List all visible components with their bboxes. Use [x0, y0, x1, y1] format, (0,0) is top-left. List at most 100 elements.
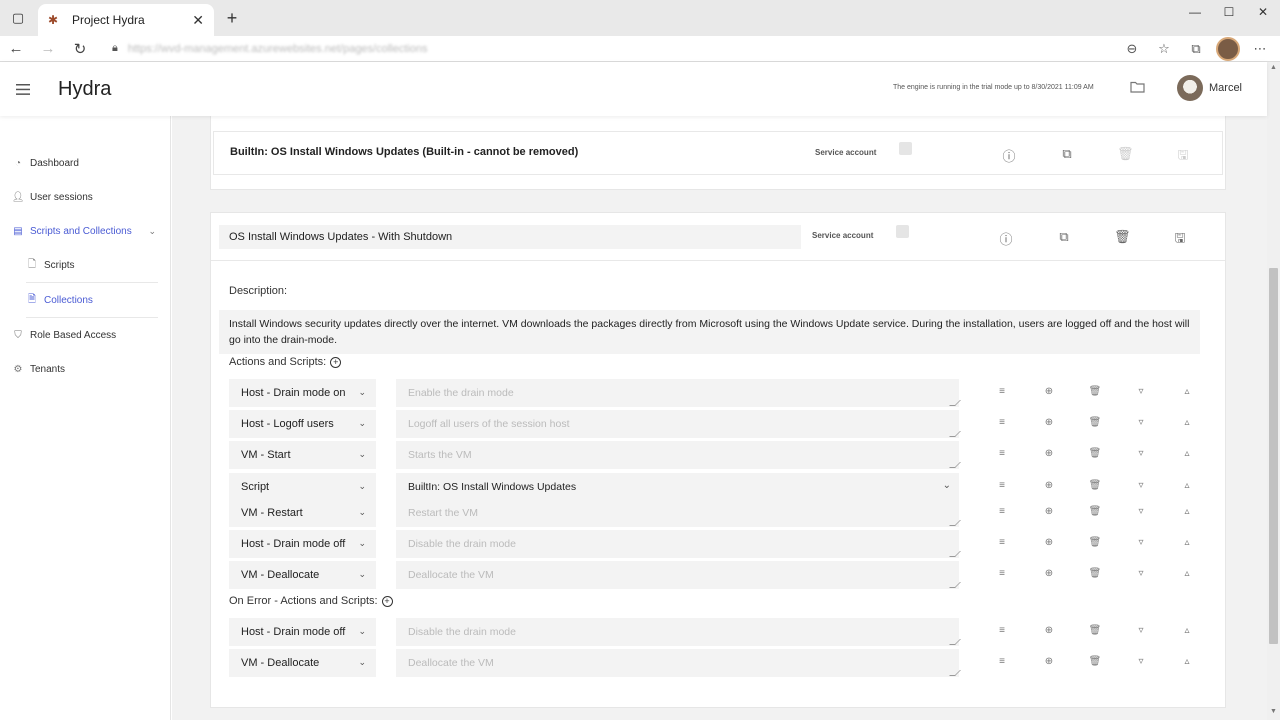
resize-handle-icon[interactable]: [949, 639, 961, 645]
collections-icon[interactable]: ⧉: [1184, 37, 1208, 61]
service-account-checkbox[interactable]: [899, 142, 912, 155]
move-up-icon[interactable]: ▵: [1180, 417, 1194, 428]
action-type-select[interactable]: VM - Restart ⌄: [229, 499, 376, 527]
info-icon[interactable]: ⓘ: [998, 229, 1014, 248]
minimize-icon[interactable]: —: [1178, 0, 1212, 24]
tab-actions-icon[interactable]: ▢: [0, 0, 36, 36]
collection-name-input[interactable]: OS Install Windows Updates - With Shutdo…: [219, 225, 801, 249]
action-parameter-input[interactable]: Starts the VM: [396, 441, 961, 469]
description-textarea[interactable]: Install Windows security updates directl…: [219, 310, 1200, 354]
more-menu-icon[interactable]: ⋯: [1248, 37, 1272, 61]
maximize-icon[interactable]: ☐: [1212, 0, 1246, 24]
close-tab-icon[interactable]: ✕: [192, 12, 204, 29]
reorder-icon[interactable]: ≡: [995, 448, 1009, 459]
reorder-icon[interactable]: ≡: [995, 656, 1009, 667]
service-account-checkbox[interactable]: [896, 225, 909, 238]
trash-icon[interactable]: 🗑︎: [1114, 229, 1131, 245]
add-on-error-action-icon[interactable]: +: [381, 595, 393, 607]
forward-button[interactable]: →: [32, 37, 64, 61]
action-type-select[interactable]: VM - Deallocate ⌄: [229, 649, 376, 677]
move-down-icon[interactable]: ▿: [1134, 417, 1148, 428]
move-down-icon[interactable]: ▿: [1134, 448, 1148, 459]
info-icon[interactable]: ⓘ: [1001, 146, 1017, 165]
move-up-icon[interactable]: ▵: [1180, 506, 1194, 517]
resize-handle-icon[interactable]: [949, 431, 961, 437]
folder-icon[interactable]: [1130, 80, 1145, 98]
action-type-select[interactable]: Host - Drain mode off ⌄: [229, 530, 376, 558]
move-down-icon[interactable]: ▿: [1134, 537, 1148, 548]
add-circle-icon[interactable]: ⊕: [1042, 537, 1056, 548]
add-circle-icon[interactable]: ⊕: [1042, 568, 1056, 579]
add-circle-icon[interactable]: ⊕: [1042, 448, 1056, 459]
copy-icon[interactable]: ⧉: [1056, 229, 1072, 245]
add-circle-icon[interactable]: ⊕: [1042, 656, 1056, 667]
sidebar-item-dashboard[interactable]: ◔ Dashboard: [0, 146, 170, 180]
add-circle-icon[interactable]: ⊕: [1042, 506, 1056, 517]
move-up-icon[interactable]: ▵: [1180, 448, 1194, 459]
add-circle-icon[interactable]: ⊕: [1042, 386, 1056, 397]
profile-avatar[interactable]: [1216, 36, 1240, 61]
action-type-select[interactable]: Host - Drain mode on ⌄: [229, 379, 376, 407]
refresh-button[interactable]: ↻: [64, 37, 96, 61]
reorder-icon[interactable]: ≡: [995, 417, 1009, 428]
action-parameter-input[interactable]: Deallocate the VM: [396, 561, 961, 589]
user-name[interactable]: Marcel: [1209, 82, 1242, 94]
trash-icon[interactable]: 🗑︎: [1088, 537, 1102, 548]
trash-icon[interactable]: 🗑︎: [1088, 386, 1102, 397]
move-up-icon[interactable]: ▵: [1180, 480, 1194, 491]
save-icon[interactable]: 🖫︎: [1172, 229, 1188, 251]
sidebar-item-scripts[interactable]: 🗋︎ Scripts: [0, 248, 170, 282]
trash-icon[interactable]: 🗑︎: [1088, 625, 1102, 636]
move-up-icon[interactable]: ▵: [1180, 568, 1194, 579]
action-type-select[interactable]: Host - Drain mode off ⌄: [229, 618, 376, 646]
sidebar-item-role-based-access[interactable]: ⛉ Role Based Access: [0, 318, 170, 352]
trash-icon[interactable]: 🗑︎: [1088, 568, 1102, 579]
resize-handle-icon[interactable]: [949, 670, 961, 676]
trash-icon[interactable]: 🗑︎: [1088, 506, 1102, 517]
sidebar-item-collections[interactable]: 🗎︎ Collections: [0, 283, 170, 317]
reorder-icon[interactable]: ≡: [995, 506, 1009, 517]
resize-handle-icon[interactable]: [949, 582, 961, 588]
add-circle-icon[interactable]: ⊕: [1042, 480, 1056, 491]
action-parameter-input[interactable]: Disable the drain mode: [396, 530, 961, 558]
user-avatar[interactable]: [1177, 75, 1203, 101]
reorder-icon[interactable]: ≡: [995, 386, 1009, 397]
browser-tab[interactable]: ✱ Project Hydra ✕: [38, 4, 214, 36]
hamburger-menu-icon[interactable]: [0, 83, 46, 95]
sidebar-item-user-sessions[interactable]: 👤︎ User sessions: [0, 180, 170, 214]
trash-icon[interactable]: 🗑︎: [1088, 448, 1102, 459]
trash-icon[interactable]: 🗑︎: [1117, 146, 1134, 162]
back-button[interactable]: ←: [0, 37, 32, 61]
favorite-star-icon[interactable]: ☆: [1152, 37, 1176, 61]
action-type-select[interactable]: VM - Deallocate ⌄: [229, 561, 376, 589]
action-type-select[interactable]: VM - Start ⌄: [229, 441, 376, 469]
trash-icon[interactable]: 🗑︎: [1088, 656, 1102, 667]
scroll-up-icon[interactable]: ▲: [1270, 64, 1277, 71]
action-parameter-input[interactable]: Enable the drain mode: [396, 379, 961, 407]
reorder-icon[interactable]: ≡: [995, 537, 1009, 548]
move-up-icon[interactable]: ▵: [1180, 386, 1194, 397]
close-window-icon[interactable]: ✕: [1246, 0, 1280, 24]
trash-icon[interactable]: 🗑︎: [1088, 480, 1102, 491]
sidebar-item-tenants[interactable]: ⚙ Tenants: [0, 352, 170, 386]
action-parameter-input[interactable]: Restart the VM: [396, 499, 961, 527]
copy-icon[interactable]: ⧉: [1059, 146, 1075, 162]
move-down-icon[interactable]: ▿: [1134, 625, 1148, 636]
sidebar-item-scripts-and-collections[interactable]: ▤ Scripts and Collections ⌄: [0, 214, 170, 248]
resize-handle-icon[interactable]: [949, 462, 961, 468]
reorder-icon[interactable]: ≡: [995, 568, 1009, 579]
resize-handle-icon[interactable]: [949, 520, 961, 526]
action-type-select[interactable]: Host - Logoff users ⌄: [229, 410, 376, 438]
reorder-icon[interactable]: ≡: [995, 625, 1009, 636]
move-down-icon[interactable]: ▿: [1134, 656, 1148, 667]
resize-handle-icon[interactable]: [949, 551, 961, 557]
action-parameter-input[interactable]: Disable the drain mode: [396, 618, 961, 646]
resize-handle-icon[interactable]: [949, 400, 961, 406]
move-up-icon[interactable]: ▵: [1180, 625, 1194, 636]
action-parameter-input[interactable]: Logoff all users of the session host: [396, 410, 961, 438]
new-tab-button[interactable]: +: [218, 4, 246, 32]
trash-icon[interactable]: 🗑︎: [1088, 417, 1102, 428]
save-icon[interactable]: 🖫︎: [1175, 146, 1191, 168]
move-down-icon[interactable]: ▿: [1134, 568, 1148, 579]
move-up-icon[interactable]: ▵: [1180, 656, 1194, 667]
